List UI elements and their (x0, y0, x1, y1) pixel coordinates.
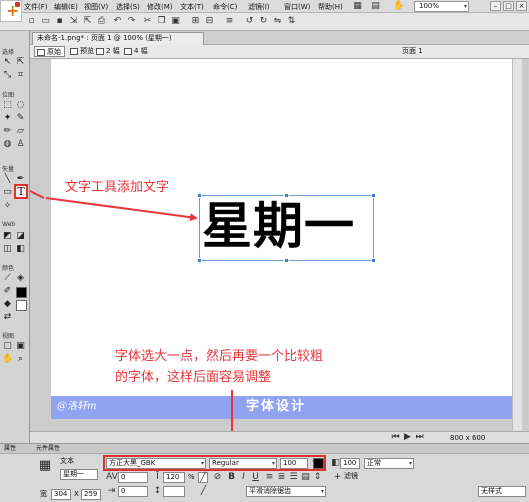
blend-mode-select[interactable]: 正常 ▾ (364, 458, 414, 469)
annotation-arrows (29, 190, 236, 460)
arrow-to-text (45, 197, 198, 222)
align-center-icon[interactable]: ≣ (276, 472, 287, 483)
tab-symbol-properties[interactable]: 元件属性 (36, 445, 60, 453)
indent-icon: ⇥ (107, 486, 116, 496)
width-field[interactable]: 304 (51, 489, 71, 500)
kerning-field[interactable]: 0 (118, 472, 148, 483)
annotation-font-note-1: 字体选大一点，然后再要一个比较粗 (115, 349, 324, 364)
text-orientation-icon[interactable]: ⇕ (312, 472, 323, 483)
style-select[interactable]: 无样式 (478, 486, 526, 497)
status-bar: ⏮ ▶ ⏭ 800 x 600 (30, 431, 529, 443)
indent-field[interactable]: 0 (118, 486, 148, 497)
properties-panel: 属性 元件属性 ▦ 文本 星期一 方正大黑_GBK ▾ Regular ▾ 100 … (0, 443, 529, 502)
chevron-down-icon: ▾ (320, 488, 324, 495)
font-settings-highlight (103, 455, 326, 471)
text-object-icon: ▦ (38, 458, 52, 473)
object-name-field[interactable]: 星期一 (60, 469, 98, 480)
filters-label: 滤镜 (344, 472, 358, 480)
justify-icon[interactable]: ▤ (300, 472, 311, 483)
annotation-tool-note: 文字工具添加文字 (65, 180, 170, 195)
play-icon[interactable]: ▶ (402, 432, 413, 443)
leading-unit: % (188, 473, 195, 481)
tab-properties[interactable]: 属性 (4, 445, 16, 453)
spacing-icon: ↕ (153, 486, 162, 496)
align-right-icon[interactable]: ☰ (288, 472, 299, 483)
opacity-field[interactable]: 100 (340, 458, 360, 469)
bold-button[interactable]: B (226, 472, 237, 483)
blend-mode-value: 正常 (367, 459, 381, 467)
underline-button[interactable]: U (250, 472, 261, 483)
leading-icon: Ī (156, 472, 159, 482)
brush-icon[interactable]: ╱ (198, 486, 209, 497)
leading-field[interactable]: 120 (163, 472, 185, 483)
stroke-swatch-icon[interactable]: ╱ (198, 472, 208, 483)
badge-icon (15, 2, 20, 7)
italic-button[interactable]: I (238, 472, 249, 483)
annotation-font-note-2: 的字体，这样后面容易调整 (115, 370, 272, 385)
add-filter-icon[interactable]: + (332, 472, 343, 483)
no-stroke-icon[interactable]: ⊘ (212, 472, 223, 483)
align-left-icon[interactable]: ≡ (264, 472, 275, 483)
antialias-value: 平滑消除锯齿 (249, 487, 291, 495)
chevron-down-icon: ▾ (408, 460, 412, 467)
spacing-field[interactable] (163, 486, 185, 497)
app-logo: + (0, 0, 22, 22)
x-label: X (74, 490, 79, 498)
canvas-size-readout: 800 x 600 (450, 434, 486, 442)
kerning-icon: AV (106, 472, 118, 482)
arrow-tail (29, 190, 45, 199)
width-label: 宽 (40, 490, 47, 498)
antialias-select[interactable]: 平滑消除锯齿 ▾ (246, 486, 326, 497)
last-page-icon[interactable]: ⏭ (414, 432, 425, 443)
properties-tabs: 属性 元件属性 (0, 444, 529, 454)
first-page-icon[interactable]: ⏮ (390, 432, 401, 443)
x-field[interactable]: 259 (81, 489, 101, 500)
object-type-label: 文本 (60, 457, 74, 465)
